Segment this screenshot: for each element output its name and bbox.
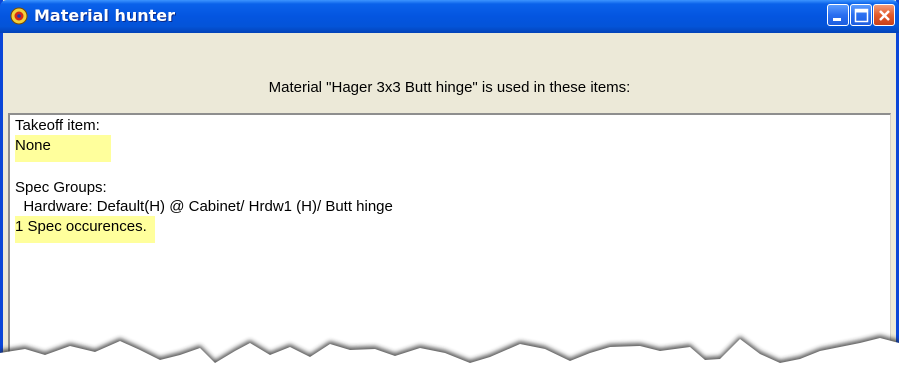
window-title: Material hunter (34, 6, 176, 25)
spec-groups-entry: Hardware: Default(H) @ Cabinet/ Hrdw1 (H… (15, 198, 393, 215)
results-panel[interactable]: Takeoff item: None Spec Groups: Hardware… (8, 113, 891, 375)
takeoff-value: None (15, 135, 111, 162)
spec-groups-label: Spec Groups: (15, 179, 107, 196)
header-panel: Material "Hager 3x3 Butt hinge" is used … (3, 33, 896, 109)
takeoff-value-row: None (15, 135, 111, 162)
minimize-icon (833, 18, 841, 21)
screenshot: Material hunter Material "Hager 3x3 Butt… (0, 0, 899, 375)
spec-count: 1 Spec occurences. (15, 216, 155, 243)
material-hunter-window: Material hunter Material "Hager 3x3 Butt… (0, 0, 899, 375)
maximize-button[interactable] (850, 4, 872, 26)
minimize-button[interactable] (827, 4, 849, 26)
spec-count-row: 1 Spec occurences. (15, 216, 155, 243)
close-icon (879, 10, 890, 21)
takeoff-label: Takeoff item: (15, 117, 100, 134)
header-message: Material "Hager 3x3 Butt hinge" is used … (268, 79, 631, 96)
app-icon (10, 7, 28, 25)
maximize-icon (854, 8, 869, 23)
title-bar[interactable]: Material hunter (0, 0, 899, 33)
close-button[interactable] (873, 4, 895, 26)
